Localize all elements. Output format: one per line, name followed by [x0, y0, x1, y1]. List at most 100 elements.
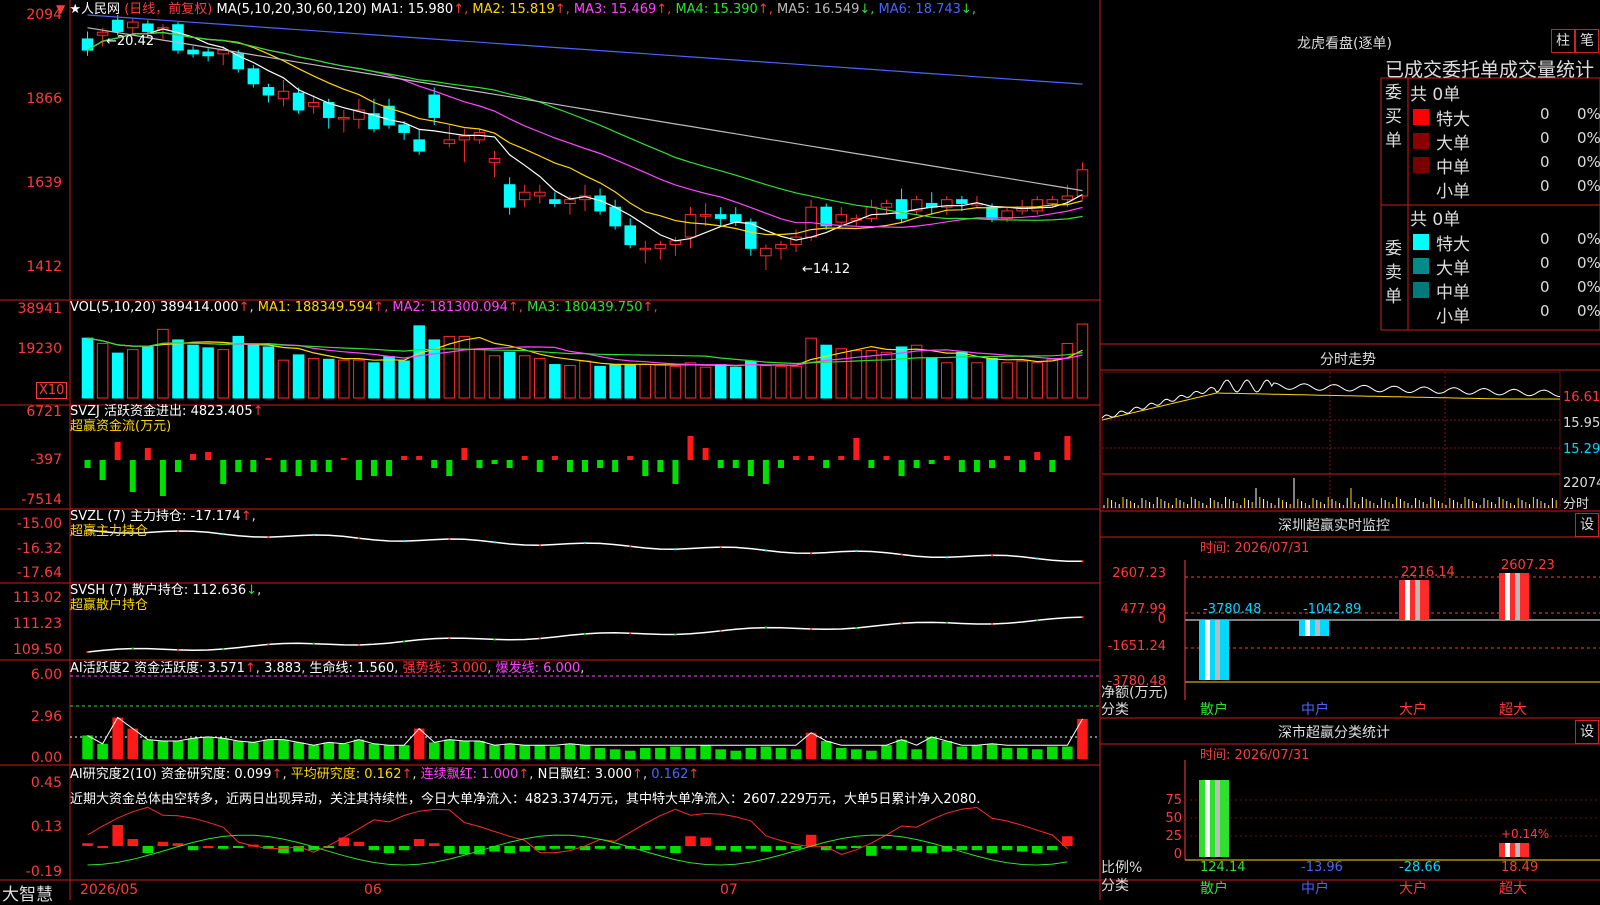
vol-bar-4	[142, 346, 154, 399]
ai2-bar-23	[428, 843, 440, 846]
candle-body-45	[760, 247, 772, 257]
candle-body-64	[1046, 199, 1059, 204]
ma-arrow-3: ↑,	[656, 2, 672, 17]
ai1-bar-8	[202, 736, 214, 759]
vol-bar-16	[322, 358, 335, 399]
candle-body-54	[895, 199, 908, 219]
svzj-bar-8	[205, 452, 212, 460]
vol-bar-30	[534, 357, 546, 399]
svzl-label: SVZL (7)	[70, 509, 126, 524]
ma6-line	[87, 14, 1083, 85]
vol-bar-34	[594, 365, 606, 399]
ai1-bar-13	[278, 739, 289, 759]
ai2-bar-42	[715, 846, 726, 851]
sell-row-pct-0: 0%	[1577, 230, 1600, 248]
ai1-bar-50	[835, 747, 847, 759]
ma-arrow-2: ↑,	[554, 2, 570, 17]
mon-bar-1	[1299, 620, 1329, 636]
mon-bar-0	[1199, 620, 1229, 680]
svzj-bar-48	[808, 456, 815, 460]
ai2-nday-arrow: ↑	[632, 767, 643, 782]
svzj-bar-14	[295, 460, 302, 476]
candle-body-27	[488, 158, 501, 163]
vol-value: 389414.000	[160, 300, 239, 315]
vol-bar-52	[865, 349, 878, 399]
svzj-bar-53	[883, 456, 890, 460]
ai2-bar-2	[112, 825, 123, 846]
candle-body-44	[745, 221, 757, 249]
svsh-dot-27	[493, 638, 496, 641]
monitor-cat-1: 中户	[1301, 702, 1329, 718]
main-chart-canvas[interactable]	[0, 0, 1600, 900]
vol-bar-35	[609, 364, 621, 399]
stock-name: 人民网	[81, 2, 121, 17]
ai2-bar-10	[233, 846, 244, 848]
vol-bar-31	[549, 364, 561, 399]
ma-value-1: MA1: 15.980	[370, 2, 454, 17]
ai1-bar-62	[1016, 747, 1028, 759]
ai2-bar-37	[640, 846, 651, 851]
ai2-title: 资金研究度:	[160, 767, 231, 782]
low-label: ←14.12	[802, 262, 851, 277]
ai2-bar-25	[459, 846, 470, 855]
svzj-bar-58	[958, 460, 965, 472]
ai2-bar-43	[730, 846, 742, 852]
svzj-bar-40	[687, 436, 694, 460]
candle-body-35	[609, 206, 621, 227]
vol-ma-3: MA3: 180439.750	[522, 300, 643, 315]
svzj-title: 活跃资金进出:	[104, 404, 187, 419]
ai2-bar-52	[866, 846, 877, 856]
ai2-bar-46	[775, 846, 787, 851]
svzj-bar-27	[491, 460, 498, 464]
svsh-dot-45	[764, 626, 767, 629]
monitor-ytick-0: 2607.23	[1112, 566, 1166, 581]
vol-bar-33	[579, 360, 591, 399]
vol-bar-10	[232, 335, 245, 399]
ai2-bar-64	[1047, 846, 1058, 851]
svzj-subtitle: 超赢资金流(万元)	[70, 419, 172, 434]
svzj-bar-21	[401, 456, 408, 460]
svzl-dot-33	[584, 542, 586, 545]
classify-time: 时间: 2026/07/31	[1200, 748, 1310, 763]
cls-bar-0-hl2	[1215, 780, 1220, 857]
classify-val-0: 124.14	[1200, 860, 1246, 875]
vol-bar-12	[262, 346, 275, 399]
ai1-bar-7	[187, 738, 199, 759]
ai1-bar-12	[263, 739, 274, 759]
vol-bar-57	[941, 362, 953, 399]
svzj-bar-54	[898, 460, 905, 476]
svzj-bar-1	[99, 460, 106, 480]
ai2-bar-24	[444, 846, 455, 853]
bar-view-button[interactable]: 柱	[1551, 29, 1575, 53]
sell-row-count-3: 0	[1540, 302, 1550, 320]
svzj-bar-13	[280, 460, 287, 472]
vol-bar-25	[458, 335, 471, 399]
fs-ytick-0: 16.61	[1563, 390, 1600, 405]
monitor-settings-button[interactable]: 设	[1575, 513, 1599, 537]
candle-body-17	[338, 116, 350, 120]
vol-bar-6	[172, 339, 184, 399]
svzj-bar-38	[657, 460, 664, 472]
svzl-dot-42	[719, 546, 722, 549]
ai1-bar-35	[609, 749, 621, 759]
vol-ma-2: MA2: 181300.094	[388, 300, 508, 315]
mon-bar-2-hl2	[1415, 580, 1420, 620]
candle-body-63	[1031, 199, 1044, 212]
ai2-bar-20	[383, 846, 395, 853]
candle-body-46	[775, 244, 787, 249]
candle-body-23	[428, 94, 441, 118]
vol-bar-45	[760, 364, 772, 399]
fs-title: 分时走势	[1320, 352, 1376, 368]
svzl-dot-54	[900, 553, 903, 556]
ai1-bar-10	[233, 741, 244, 759]
svsh-dot-6	[176, 648, 179, 651]
ai2-bar-29	[519, 846, 530, 852]
ai2-bar-21	[398, 846, 410, 851]
tick-view-button[interactable]: 笔	[1575, 29, 1599, 53]
ai2-bar-8	[202, 846, 214, 848]
monitor-cat-0: 散户	[1200, 702, 1228, 718]
ai1-bar-58	[956, 746, 968, 759]
ai1-v1: 3.571	[207, 661, 245, 676]
classify-settings-button[interactable]: 设	[1575, 720, 1599, 744]
ai2-header: AI研究度2(10) 资金研究度: 0.099↑, 平均研究度: 0.162↑,…	[70, 767, 700, 782]
